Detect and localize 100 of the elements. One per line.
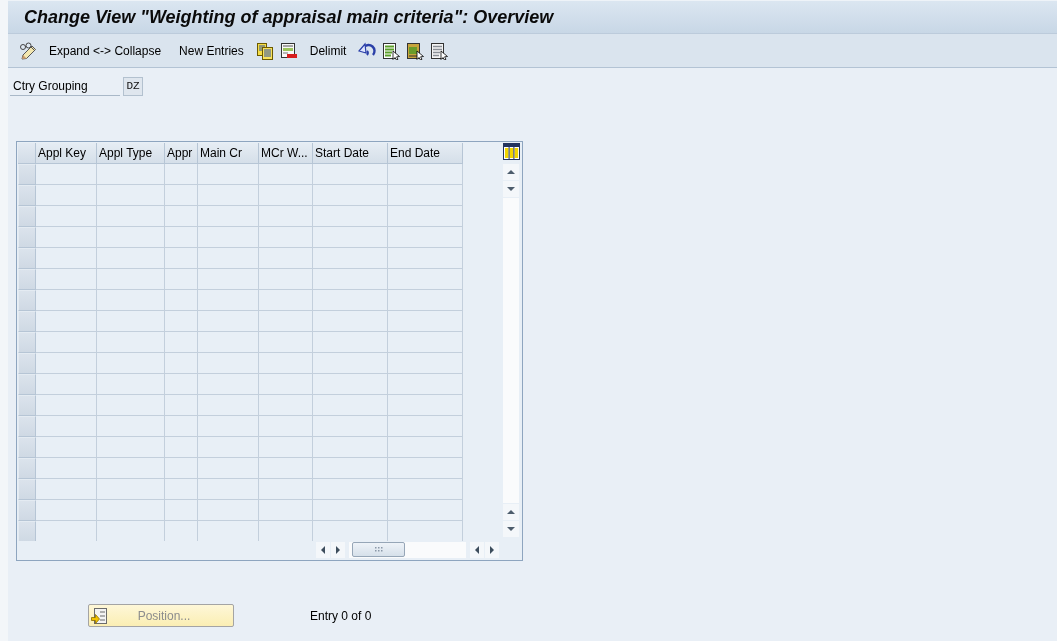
table-cell <box>36 290 97 311</box>
columns-icon[interactable] <box>503 143 520 160</box>
table-cell <box>259 374 313 395</box>
table-cell <box>198 290 259 311</box>
row-selector[interactable] <box>18 500 36 521</box>
table-cell <box>165 479 198 500</box>
table-cell <box>97 332 165 353</box>
block-pointer-icon[interactable] <box>406 41 425 60</box>
table-cell <box>97 458 165 479</box>
table-cell <box>97 395 165 416</box>
table-cell <box>36 248 97 269</box>
row-selector[interactable] <box>18 395 36 416</box>
row-selector[interactable] <box>18 164 36 185</box>
scroll-up-button[interactable] <box>503 164 519 180</box>
table-cell <box>259 164 313 185</box>
table-cell <box>198 458 259 479</box>
table-cell <box>259 479 313 500</box>
entry-count: Entry 0 of 0 <box>310 608 372 623</box>
scroll-down-button[interactable] <box>503 521 519 537</box>
table-cell <box>259 458 313 479</box>
grip-icon <box>374 547 383 552</box>
table-cell <box>198 248 259 269</box>
document-minus-icon[interactable] <box>279 41 298 60</box>
column-header[interactable]: Appl Key <box>36 143 97 164</box>
table-cell <box>165 353 198 374</box>
table-cell <box>259 332 313 353</box>
row-selector[interactable] <box>18 206 36 227</box>
table-cell <box>259 395 313 416</box>
toolbar-button[interactable]: Expand <-> Collapse <box>43 41 168 60</box>
table-cell <box>36 227 97 248</box>
table-cell <box>259 290 313 311</box>
scroll-left-button[interactable] <box>470 541 484 558</box>
row-selector[interactable] <box>18 248 36 269</box>
table-cell <box>165 206 198 227</box>
table-cell <box>97 353 165 374</box>
documents-icon[interactable] <box>255 41 274 60</box>
table-cell <box>259 206 313 227</box>
table-cell <box>165 500 198 521</box>
row-selector[interactable] <box>18 332 36 353</box>
table-cell <box>165 458 198 479</box>
table-cell <box>198 185 259 206</box>
scrollbar-track[interactable] <box>349 541 466 558</box>
scrollbar-thumb[interactable] <box>352 542 405 557</box>
table-cell <box>165 248 198 269</box>
window-title: Change View "Weighting of appraisal main criteria": Overview <box>24 6 554 28</box>
row-selector[interactable] <box>18 374 36 395</box>
table-cell <box>97 248 165 269</box>
list-pointer-icon[interactable] <box>382 41 401 60</box>
scroll-up-button[interactable] <box>503 504 519 520</box>
table-cell <box>259 185 313 206</box>
row-selector[interactable] <box>18 269 36 290</box>
table-cell <box>198 206 259 227</box>
row-selector[interactable] <box>18 353 36 374</box>
empty-list-pointer-icon[interactable] <box>430 41 449 60</box>
table-cell <box>36 458 97 479</box>
table-cell <box>36 437 97 458</box>
row-selector[interactable] <box>18 521 36 541</box>
table-cell <box>165 437 198 458</box>
row-selector[interactable] <box>18 311 36 332</box>
table-cell <box>198 332 259 353</box>
table-cell <box>259 416 313 437</box>
column-header[interactable]: Appl Type <box>97 143 165 164</box>
input-field[interactable]: DZ <box>123 77 143 96</box>
scroll-down-button[interactable] <box>503 181 519 197</box>
table-cell <box>36 311 97 332</box>
table-cell <box>198 269 259 290</box>
scroll-right-button[interactable] <box>485 541 499 558</box>
position-icon <box>91 607 107 624</box>
row-selector[interactable] <box>18 458 36 479</box>
scroll-left-button[interactable] <box>316 541 330 558</box>
row-selector[interactable] <box>18 437 36 458</box>
pencil-glasses-icon[interactable] <box>19 41 37 60</box>
row-selector[interactable] <box>18 185 36 206</box>
column-header[interactable]: Main Cr <box>198 143 259 164</box>
table-cell <box>36 185 97 206</box>
row-selector[interactable] <box>18 227 36 248</box>
row-selector[interactable] <box>18 416 36 437</box>
table-cell <box>36 206 97 227</box>
table-cell <box>198 437 259 458</box>
table-cell <box>165 311 198 332</box>
table-cell <box>97 185 165 206</box>
field-label: Ctry Grouping <box>10 77 120 96</box>
row-selector[interactable] <box>18 479 36 500</box>
scroll-right-button[interactable] <box>331 541 345 558</box>
toolbar-button[interactable]: Delimit <box>303 41 353 60</box>
table-cell <box>259 248 313 269</box>
table-cell <box>36 479 97 500</box>
column-header[interactable]: Appr <box>165 143 198 164</box>
table-cell <box>97 416 165 437</box>
column-header[interactable]: End Date <box>388 143 463 164</box>
row-selector[interactable] <box>18 290 36 311</box>
table-cell <box>259 227 313 248</box>
column-header[interactable]: MCr W... <box>259 143 313 164</box>
table-cell <box>198 353 259 374</box>
table-cell <box>36 500 97 521</box>
table-cell <box>165 395 198 416</box>
column-header[interactable]: Start Date <box>313 143 388 164</box>
table-corner-button[interactable] <box>18 143 36 164</box>
table-cell <box>165 332 198 353</box>
toolbar-button[interactable]: New Entries <box>173 41 250 60</box>
